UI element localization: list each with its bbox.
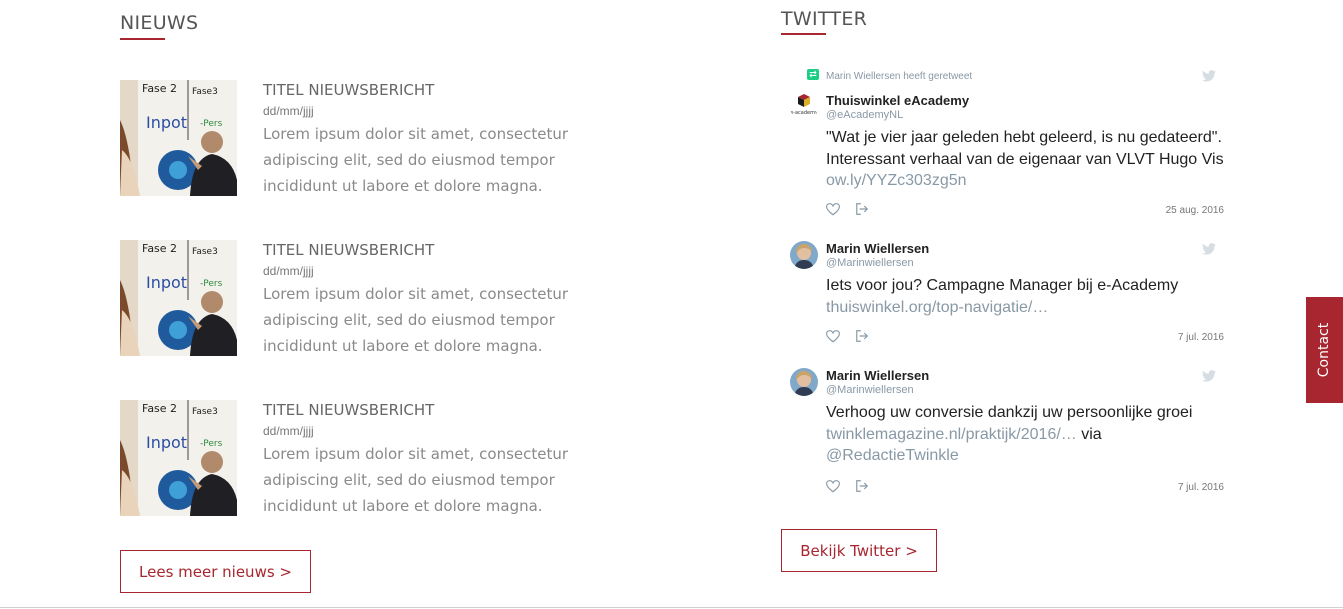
svg-text:Inpot: Inpot bbox=[146, 113, 187, 132]
news-item[interactable]: Fase 2 Fase3 Inpot -Pers TITEL NIEUWSBER… bbox=[120, 240, 580, 358]
news-excerpt: Lorem ipsum dolor sit amet, consectetur … bbox=[263, 445, 569, 515]
more-news-button[interactable]: Lees meer nieuws > bbox=[120, 550, 311, 593]
news-heading-underline bbox=[120, 38, 165, 40]
news-excerpt: Lorem ipsum dolor sit amet, consectetur … bbox=[263, 125, 569, 195]
tweet-link[interactable]: twinklemagazine.nl/praktijk/2016/… bbox=[826, 426, 1077, 443]
svg-text:Fase 2: Fase 2 bbox=[142, 82, 177, 95]
svg-text:Fase3: Fase3 bbox=[192, 247, 218, 257]
heart-icon[interactable] bbox=[826, 330, 840, 343]
tweet-author-handle[interactable]: @Marinwiellersen bbox=[826, 384, 914, 396]
tweet-body: Verhoog uw conversie dankzij uw persoonl… bbox=[826, 404, 1193, 421]
avatar-caption: e-academy bbox=[790, 110, 818, 116]
tweet-body: Iets voor jou? Campagne Manager bij e-Ac… bbox=[826, 277, 1179, 294]
tweet[interactable]: ⇄ Marin Wiellersen heeft geretweet e-aca… bbox=[790, 69, 1224, 222]
tweet-text: Iets voor jou? Campagne Manager bij e-Ac… bbox=[826, 275, 1226, 318]
news-date: dd/mm/jjjj bbox=[263, 424, 314, 438]
news-title[interactable]: TITEL NIEUWSBERICHT bbox=[263, 81, 583, 99]
share-icon[interactable] bbox=[855, 329, 869, 343]
svg-text:Inpot: Inpot bbox=[146, 273, 187, 292]
tweet-body: "Wat je vier jaar geleden hebt geleerd, … bbox=[826, 129, 1224, 168]
heart-icon[interactable] bbox=[826, 203, 840, 216]
twitter-heading: TWITTER bbox=[781, 8, 868, 30]
twitter-bird-icon[interactable] bbox=[1202, 370, 1216, 382]
tweet-actions: 7 jul. 2016 bbox=[826, 479, 1226, 495]
tweet-date[interactable]: 25 aug. 2016 bbox=[1166, 205, 1224, 216]
news-excerpt: Lorem ipsum dolor sit amet, consectetur … bbox=[263, 285, 569, 355]
tweet-actions: 7 jul. 2016 bbox=[826, 329, 1226, 345]
heart-icon[interactable] bbox=[826, 480, 840, 493]
tweet-via: via bbox=[1081, 425, 1102, 443]
avatar[interactable] bbox=[790, 368, 818, 396]
tweet-author-name[interactable]: Marin Wiellersen bbox=[826, 368, 929, 383]
tweet-text: "Wat je vier jaar geleden hebt geleerd, … bbox=[826, 127, 1226, 192]
svg-text:-Pers: -Pers bbox=[200, 439, 223, 449]
tweet-text: Verhoog uw conversie dankzij uw persoonl… bbox=[826, 402, 1226, 467]
news-item[interactable]: Fase 2 Fase3 Inpot -Pers TITEL NIEUWSBER… bbox=[120, 400, 580, 518]
avatar[interactable] bbox=[790, 241, 818, 269]
svg-text:-Pers: -Pers bbox=[200, 119, 223, 129]
twitter-heading-underline bbox=[781, 33, 826, 35]
news-heading: NIEUWS bbox=[120, 12, 199, 34]
tweet-author-handle[interactable]: @eAcademyNL bbox=[826, 109, 903, 121]
svg-text:Inpot: Inpot bbox=[146, 433, 187, 452]
tweet-author-name[interactable]: Thuiswinkel eAcademy bbox=[826, 93, 969, 108]
avatar[interactable]: e-academy bbox=[790, 93, 818, 121]
svg-text:-Pers: -Pers bbox=[200, 279, 223, 289]
twitter-bird-icon[interactable] bbox=[1202, 70, 1216, 82]
tweet-link[interactable]: ow.ly/YYZc303zg5n bbox=[826, 172, 967, 189]
news-thumbnail[interactable]: Fase 2 Fase3 Inpot -Pers bbox=[120, 80, 237, 196]
tweet-date[interactable]: 7 jul. 2016 bbox=[1178, 482, 1224, 493]
view-twitter-button[interactable]: Bekijk Twitter > bbox=[781, 529, 937, 572]
tweet[interactable]: Marin Wiellersen @Marinwiellersen Verhoo… bbox=[790, 367, 1224, 497]
contact-tab-label: Contact bbox=[1316, 322, 1333, 378]
contact-tab[interactable]: Contact bbox=[1306, 297, 1343, 403]
tweet[interactable]: Marin Wiellersen @Marinwiellersen Iets v… bbox=[790, 240, 1224, 350]
tweet-author-name[interactable]: Marin Wiellersen bbox=[826, 241, 929, 256]
svg-text:Fase3: Fase3 bbox=[192, 407, 218, 417]
svg-text:Fase 2: Fase 2 bbox=[142, 402, 177, 415]
bottom-divider bbox=[0, 607, 1343, 608]
tweet-actions: 25 aug. 2016 bbox=[826, 202, 1226, 218]
tweet-link[interactable]: thuiswinkel.org/top-navigatie/… bbox=[826, 299, 1048, 316]
twitter-bird-icon[interactable] bbox=[1202, 243, 1216, 255]
tweet-date[interactable]: 7 jul. 2016 bbox=[1178, 332, 1224, 343]
news-item[interactable]: Fase 2 Fase3 Inpot -Pers TITEL NIEUWSBER… bbox=[120, 80, 580, 198]
share-icon[interactable] bbox=[855, 202, 869, 216]
news-title[interactable]: TITEL NIEUWSBERICHT bbox=[263, 241, 583, 259]
news-date: dd/mm/jjjj bbox=[263, 104, 314, 118]
svg-text:Fase 2: Fase 2 bbox=[142, 242, 177, 255]
tweet-author-handle[interactable]: @Marinwiellersen bbox=[826, 257, 914, 269]
share-icon[interactable] bbox=[855, 479, 869, 493]
news-thumbnail[interactable]: Fase 2 Fase3 Inpot -Pers bbox=[120, 240, 237, 356]
tweet-mention[interactable]: @RedactieTwinkle bbox=[826, 447, 959, 464]
news-title[interactable]: TITEL NIEUWSBERICHT bbox=[263, 401, 583, 419]
retweet-icon: ⇄ bbox=[807, 69, 819, 80]
retweet-label: Marin Wiellersen heeft geretweet bbox=[826, 71, 973, 82]
news-date: dd/mm/jjjj bbox=[263, 264, 314, 278]
news-thumbnail[interactable]: Fase 2 Fase3 Inpot -Pers bbox=[120, 400, 237, 516]
svg-text:Fase3: Fase3 bbox=[192, 87, 218, 97]
